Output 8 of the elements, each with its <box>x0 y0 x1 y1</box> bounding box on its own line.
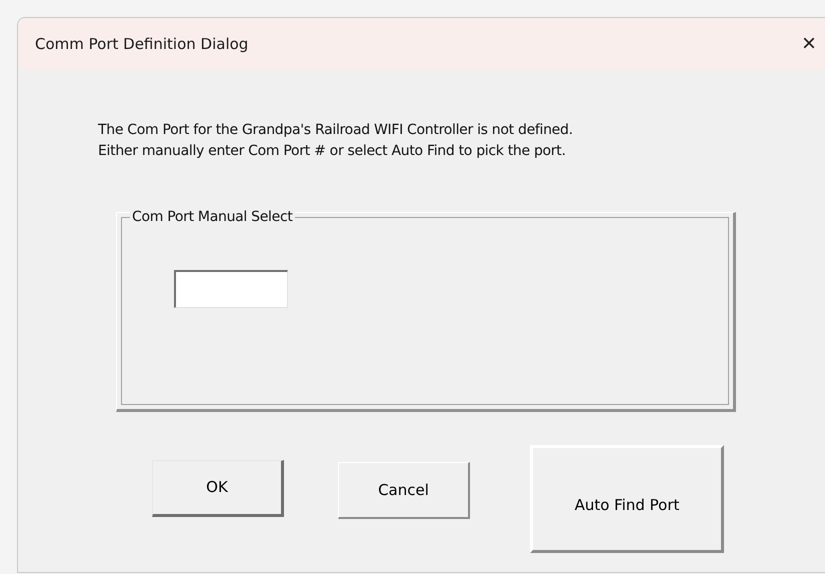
dialog-button[interactable]: Cancel <box>338 462 470 519</box>
message-text: Either manually enter Com Port # or select Auto Find to pick the port. <box>98 142 567 161</box>
window-title: Comm Port Definition Dialog <box>35 34 250 55</box>
port-input-field[interactable] <box>174 270 288 308</box>
close-button[interactable]: × <box>802 32 816 56</box>
message-text: The Com Port for the Grandpa's Railroad WIFI Controller is not defined. <box>98 121 574 140</box>
dialog-button[interactable]: OK <box>152 460 284 517</box>
dialog-button[interactable]: Auto Find Port <box>530 445 724 553</box>
